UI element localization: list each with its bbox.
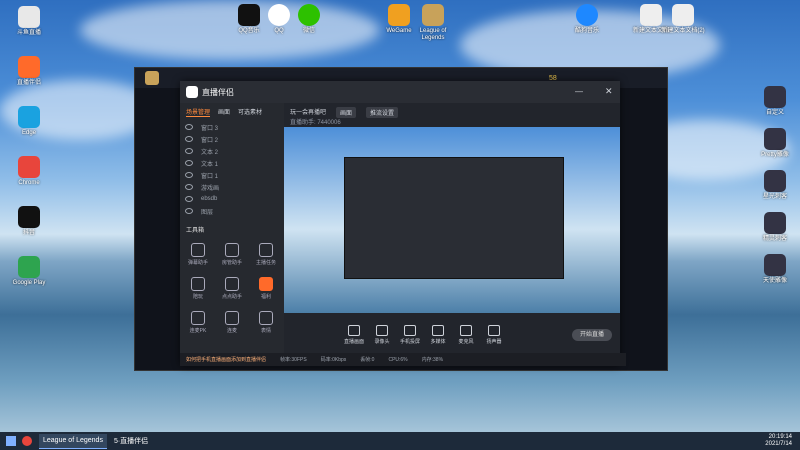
tool-7[interactable]: 连麦PK	[186, 311, 210, 334]
layer-item[interactable]: 文本 2	[180, 145, 284, 157]
layer-item[interactable]: 图层	[180, 205, 284, 217]
nested-preview	[344, 157, 564, 279]
layer-item[interactable]: 窗口 2	[180, 133, 284, 145]
tool-icon	[259, 277, 273, 291]
control-icon	[376, 325, 388, 336]
desktop-icon-left-5[interactable]: 抖音	[6, 206, 52, 237]
desktop-icon-right-3[interactable]: 星光刺客	[752, 170, 798, 201]
eye-icon[interactable]	[185, 184, 193, 190]
tool-6[interactable]: 福利	[254, 277, 278, 300]
scene-tabs: 场景管理 画面 可选素材	[180, 103, 284, 121]
status-fps: 帧率:30FPS	[280, 357, 307, 363]
start-icon[interactable]	[6, 436, 16, 446]
minimize-button[interactable]: —	[575, 87, 583, 96]
desktop-icon-lol[interactable]: League of Legends	[410, 4, 456, 42]
control-2[interactable]: 录像头	[368, 325, 396, 345]
status-mem: 内存:38%	[421, 357, 444, 363]
tool-5[interactable]: 点点助手	[220, 277, 244, 300]
desktop-icon-textdoc-2[interactable]: 新建文本文档(2)	[660, 4, 706, 35]
taskbar-item-streaming[interactable]: 5·直播伴侣	[110, 434, 152, 448]
streaming-app-window[interactable]: 直播伴侣 — ✕ 场景管理 画面 可选素材 窗口 3 窗口 2 文本 2 文本 1 窗口…	[180, 81, 626, 366]
tool-icon	[225, 243, 239, 257]
taskbar: League of Legends 5·直播伴侣 20:19:14 2021/7…	[0, 432, 800, 450]
control-1[interactable]: 直播画面	[340, 325, 368, 345]
stream-status: 直播助手: 7440006	[290, 120, 341, 126]
desktop-icon-left-3[interactable]: Edge	[6, 106, 52, 137]
control-icon	[488, 325, 500, 336]
layer-item[interactable]: 窗口 1	[180, 169, 284, 181]
eye-icon[interactable]	[185, 148, 193, 154]
control-icon	[348, 325, 360, 336]
source-bar: 玩一会再播吧 画面 推流设置 直播助手: 7440006	[284, 103, 620, 127]
control-icon	[460, 325, 472, 336]
layer-item[interactable]: 游戏画	[180, 181, 284, 193]
game-logo-icon	[145, 71, 159, 85]
eye-icon[interactable]	[185, 196, 193, 202]
status-bar: 如何把手机直播画面添加到直播伴侣 帧率:30FPS 码率:0Kbps 丢帧:0 …	[180, 353, 626, 366]
tab-canvas[interactable]: 画面	[218, 107, 230, 117]
tool-4[interactable]: 陪玩	[186, 277, 210, 300]
tool-9[interactable]: 表情	[254, 311, 278, 334]
start-live-button[interactable]: 开始直播	[572, 329, 612, 341]
desktop-icon-right-4[interactable]: 精灵刺客	[752, 212, 798, 243]
tool-1[interactable]: 弹幕助手	[186, 243, 210, 266]
tool-2[interactable]: 房管助手	[220, 243, 244, 266]
eye-icon[interactable]	[185, 160, 193, 166]
app-logo-icon	[186, 86, 198, 98]
tool-icon	[259, 311, 273, 325]
tab-scene[interactable]: 场景管理	[186, 107, 211, 117]
tab-assets[interactable]: 可选素材	[238, 107, 262, 117]
close-button[interactable]: ✕	[605, 86, 613, 97]
control-3[interactable]: 手机投屏	[396, 325, 424, 345]
desktop-icon-left-2[interactable]: 直播伴侣	[6, 56, 52, 87]
control-icon	[432, 325, 444, 336]
app-title: 直播伴侣	[202, 88, 234, 97]
desktop-icon-left-6[interactable]: Google Play	[6, 256, 52, 287]
push-settings-chip[interactable]: 推流设置	[366, 107, 399, 118]
live-preview[interactable]	[284, 127, 620, 313]
status-drop: 丢帧:0	[360, 357, 375, 363]
tool-icon	[225, 311, 239, 325]
desktop-icon-left-1[interactable]: 斗鱼直播	[6, 6, 52, 37]
desktop-icon-left-4[interactable]: Chrome	[6, 156, 52, 187]
status-bitrate: 码率:0Kbps	[320, 357, 347, 363]
desktop-icon-right-1[interactable]: 自定义	[752, 86, 798, 117]
control-icon	[404, 325, 416, 336]
layer-item[interactable]: 文本 1	[180, 157, 284, 169]
left-panel: 场景管理 画面 可选素材 窗口 3 窗口 2 文本 2 文本 1 窗口 1 游戏画 ebsd…	[180, 103, 284, 366]
status-cpu: CPU:6%	[388, 356, 408, 363]
title-bar: 直播伴侣 — ✕	[180, 81, 620, 103]
taskbar-clock[interactable]: 20:19:14 2021/7/14	[765, 434, 792, 448]
control-5[interactable]: 麦克风	[452, 325, 480, 345]
tool-icon	[191, 243, 205, 257]
eye-icon[interactable]	[185, 124, 193, 130]
desktop-icon-wechat[interactable]: 微信	[286, 4, 332, 35]
tool-icon	[225, 277, 239, 291]
control-6[interactable]: 扬声器	[480, 325, 508, 345]
tool-3[interactable]: 主播任务	[254, 243, 278, 266]
control-4[interactable]: 多媒体	[424, 325, 452, 345]
toolbox-title: 工具箱	[186, 228, 205, 234]
tool-8[interactable]: 连麦	[220, 311, 244, 334]
stream-title[interactable]: 玩一会再播吧	[290, 107, 326, 116]
eye-icon[interactable]	[185, 208, 193, 214]
desktop-icon-right-2[interactable]: Pretty雕像	[752, 128, 798, 159]
tool-icon	[191, 311, 205, 325]
tool-icon	[191, 277, 205, 291]
desktop-icon-right-5[interactable]: 天使雕像	[752, 254, 798, 285]
layer-item[interactable]: ebsdb	[180, 193, 284, 205]
desktop-icon-kugou[interactable]: 酷狗音乐	[564, 4, 610, 35]
eye-icon[interactable]	[185, 136, 193, 142]
layer-item[interactable]: 窗口 3	[180, 121, 284, 133]
chrome-taskbar-icon[interactable]	[22, 436, 32, 446]
tool-icon	[259, 243, 273, 257]
taskbar-item-lol[interactable]: League of Legends	[39, 433, 107, 449]
layer-list: 窗口 3 窗口 2 文本 2 文本 1 窗口 1 游戏画 ebsdb 图层	[180, 121, 284, 217]
tip-text[interactable]: 如何把手机直播画面添加到直播伴侣	[186, 356, 266, 363]
eye-icon[interactable]	[185, 172, 193, 178]
